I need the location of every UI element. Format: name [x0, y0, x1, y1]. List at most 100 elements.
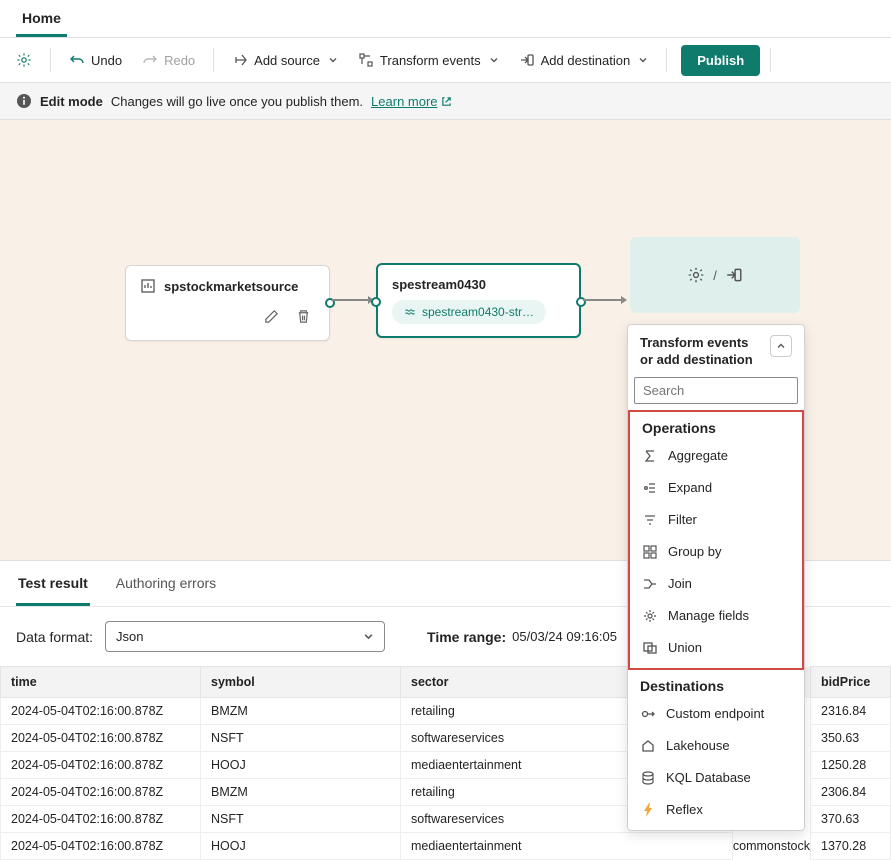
cell-time: 2024-05-04T02:16:00.878Z [1, 725, 201, 752]
reflex-icon [640, 802, 656, 818]
transform-popup: Transform events or add destination Oper… [627, 324, 805, 831]
delete-node-button[interactable] [291, 304, 315, 328]
edit-mode-message: Changes will go live once you publish th… [111, 94, 363, 109]
menu-lakehouse[interactable]: Lakehouse [628, 730, 804, 762]
transform-events-button[interactable]: Transform events [350, 46, 507, 74]
slash: / [713, 268, 717, 283]
learn-more-label: Learn more [371, 94, 437, 109]
menu-reflex[interactable]: Reflex [628, 794, 804, 826]
data-format-select[interactable]: Json [105, 621, 385, 652]
table-row[interactable]: 2024-05-04T02:16:00.878ZHOOJmediaenterta… [1, 833, 891, 860]
port-input[interactable] [371, 297, 381, 307]
menu-label: Union [668, 640, 702, 655]
learn-more-link[interactable]: Learn more [371, 94, 451, 109]
tab-authoring-errors[interactable]: Authoring errors [114, 561, 218, 606]
cell-time: 2024-05-04T02:16:00.878Z [1, 752, 201, 779]
time-range-value: 05/03/24 09:16:05 [512, 629, 617, 644]
add-source-label: Add source [254, 53, 320, 68]
col-bidprice[interactable]: bidPrice [811, 667, 891, 698]
operations-title: Operations [630, 412, 802, 440]
cell-bidprice: 1370.28 [811, 833, 891, 860]
info-icon [16, 93, 32, 109]
add-source-icon [232, 52, 248, 68]
cell-time: 2024-05-04T02:16:00.878Z [1, 806, 201, 833]
stream-icon [404, 306, 416, 318]
menu-manage-fields[interactable]: Manage fields [630, 600, 802, 632]
stream-pill-label: spestream0430-str… [422, 305, 534, 319]
redo-icon [142, 52, 158, 68]
edit-node-button[interactable] [259, 304, 283, 328]
cell-symbol: HOOJ [201, 833, 401, 860]
operations-section: Operations Aggregate Expand Filter Group… [628, 410, 804, 668]
edit-mode-label: Edit mode [40, 94, 103, 109]
chevron-down-icon [638, 55, 648, 65]
tab-home[interactable]: Home [16, 0, 67, 37]
trash-icon [296, 309, 311, 324]
add-destination-label: Add destination [541, 53, 631, 68]
fields-icon [642, 608, 658, 624]
arrow-icon [621, 296, 627, 304]
search-input[interactable] [634, 377, 798, 404]
col-symbol[interactable]: symbol [201, 667, 401, 698]
union-icon [642, 640, 658, 656]
menu-join[interactable]: Join [630, 568, 802, 600]
group-icon [642, 544, 658, 560]
cell-time: 2024-05-04T02:16:00.878Z [1, 833, 201, 860]
menu-expand[interactable]: Expand [630, 472, 802, 504]
data-format-label: Data format: [16, 629, 93, 645]
menu-custom-endpoint[interactable]: Custom endpoint [628, 698, 804, 730]
menu-filter[interactable]: Filter [630, 504, 802, 536]
cell-bidprice: 1250.28 [811, 752, 891, 779]
popup-title: Transform events or add destination [640, 335, 764, 369]
filter-icon [642, 512, 658, 528]
cell-hidden: commonstock [732, 833, 810, 860]
undo-button[interactable]: Undo [61, 46, 130, 74]
cell-bidprice: 370.63 [811, 806, 891, 833]
menu-group-by[interactable]: Group by [630, 536, 802, 568]
menu-label: Filter [668, 512, 697, 527]
chevron-down-icon [363, 631, 374, 642]
menu-kql-database[interactable]: KQL Database [628, 762, 804, 794]
endpoint-icon [640, 706, 656, 722]
sigma-icon [642, 448, 658, 464]
menu-label: Reflex [666, 802, 703, 817]
menu-aggregate[interactable]: Aggregate [630, 440, 802, 472]
chevron-up-icon [776, 341, 786, 351]
cell-symbol: BMZM [201, 779, 401, 806]
gear-icon [16, 52, 32, 68]
collapse-button[interactable] [770, 335, 792, 357]
col-time[interactable]: time [1, 667, 201, 698]
node-stream[interactable]: spestream0430 spestream0430-str… [376, 263, 581, 338]
add-destination-button[interactable]: Add destination [511, 46, 657, 74]
add-destination-icon [519, 52, 535, 68]
menu-label: Aggregate [668, 448, 728, 463]
undo-icon [69, 52, 85, 68]
node-source[interactable]: spstockmarketsource [125, 265, 330, 341]
cell-symbol: NSFT [201, 725, 401, 752]
expand-icon [642, 480, 658, 496]
external-link-icon [441, 96, 452, 107]
menu-label: Group by [668, 544, 721, 559]
undo-label: Undo [91, 53, 122, 68]
node-source-title: spstockmarketsource [164, 279, 298, 294]
menu-label: Expand [668, 480, 712, 495]
add-source-button[interactable]: Add source [224, 46, 346, 74]
redo-button[interactable]: Redo [134, 46, 203, 74]
menu-label: Join [668, 576, 692, 591]
connector [332, 299, 370, 301]
stream-pill[interactable]: spestream0430-str… [392, 300, 546, 324]
cell-sector: mediaentertainment [401, 833, 733, 860]
menu-label: KQL Database [666, 770, 751, 785]
cell-symbol: HOOJ [201, 752, 401, 779]
destinations-title: Destinations [628, 670, 804, 698]
settings-button[interactable] [8, 44, 40, 76]
cell-bidprice: 2316.84 [811, 698, 891, 725]
join-icon [642, 576, 658, 592]
publish-button[interactable]: Publish [681, 45, 760, 76]
node-destination-placeholder[interactable]: / [630, 237, 800, 313]
tab-test-result[interactable]: Test result [16, 561, 90, 606]
lakehouse-icon [640, 738, 656, 754]
export-icon [725, 266, 743, 284]
menu-union[interactable]: Union [630, 632, 802, 664]
pencil-icon [264, 309, 279, 324]
